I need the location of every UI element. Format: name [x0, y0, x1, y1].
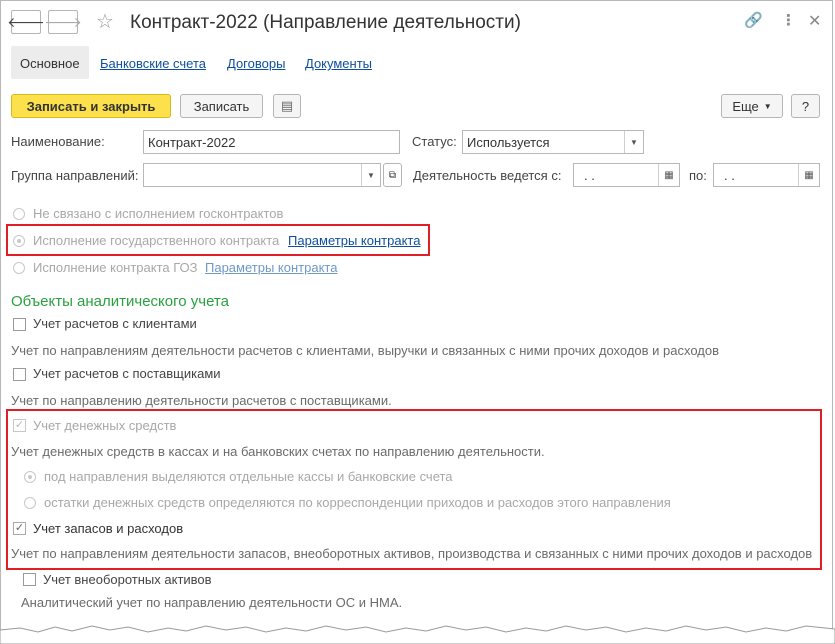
forward-arrow-icon: 🡒 [44, 13, 82, 30]
more-vertical-icon[interactable]: ⋮ [781, 11, 796, 29]
tab-main-label: Основное [20, 56, 80, 71]
suppliers-checkbox[interactable] [13, 368, 26, 381]
highlight-box [6, 224, 430, 256]
clients-note: Учет по направлениям деятельности расчет… [11, 343, 720, 358]
group-label: Группа направлений: [11, 168, 139, 183]
close-icon[interactable]: ✕ [808, 11, 821, 31]
assets-note: Аналитический учет по направлению деятел… [21, 595, 403, 610]
date-from-value: . . [584, 168, 595, 183]
chevron-down-icon: ▼ [763, 101, 772, 111]
star-icon[interactable]: ☆ [96, 9, 114, 34]
tab-documents[interactable]: Документы [305, 56, 372, 71]
name-value: Контракт-2022 [148, 135, 236, 150]
torn-edge [0, 625, 835, 644]
radio-goz-contract-label: Исполнение контракта ГОЗ [33, 260, 198, 275]
date-to-input[interactable]: . . ▦ [713, 163, 820, 187]
name-input[interactable]: Контракт-2022 [143, 130, 400, 154]
radio-no-contract[interactable] [13, 208, 25, 220]
name-label: Наименование: [11, 134, 105, 149]
dropdown-icon[interactable]: ▼ [624, 131, 643, 153]
back-button[interactable]: 🡐 [7, 10, 45, 34]
calendar-icon[interactable]: ▦ [658, 164, 679, 186]
more-menu-label: Еще [732, 98, 759, 114]
dropdown-icon[interactable]: ▼ [361, 164, 380, 186]
back-arrow-icon: 🡐 [7, 13, 45, 30]
open-group-button[interactable]: ⧉ [383, 163, 402, 187]
calendar-icon[interactable]: ▦ [798, 164, 819, 186]
suppliers-note: Учет по направлению деятельности расчето… [11, 393, 392, 408]
help-button[interactable]: ? [791, 94, 820, 118]
group-select[interactable]: ▼ [143, 163, 381, 187]
date-to-value: . . [724, 168, 735, 183]
list-icon: ▤ [280, 98, 294, 113]
link-icon[interactable]: 🔗 [744, 11, 763, 29]
date-to-label: по: [689, 168, 707, 183]
goz-contract-params-link[interactable]: Параметры контракта [205, 260, 337, 275]
highlight-box [6, 409, 822, 570]
open-icon: ⧉ [388, 169, 397, 181]
date-from-input[interactable]: . . ▦ [573, 163, 680, 187]
save-and-close-button[interactable]: Записать и закрыть [11, 94, 171, 118]
radio-goz-contract[interactable] [13, 262, 25, 274]
status-label: Статус: [412, 134, 457, 149]
activity-start-label: Деятельность ведется с: [413, 168, 562, 183]
clients-checkbox[interactable] [13, 318, 26, 331]
forward-button[interactable]: 🡒 [44, 10, 82, 34]
clients-label: Учет расчетов с клиентами [33, 316, 197, 331]
page-title: Контракт-2022 (Направление деятельности) [130, 12, 521, 33]
more-menu-button[interactable]: Еще ▼ [721, 94, 783, 118]
tab-main[interactable]: Основное [11, 46, 89, 79]
status-value: Используется [467, 135, 550, 150]
status-select[interactable]: Используется ▼ [462, 130, 644, 154]
suppliers-label: Учет расчетов с поставщиками [33, 366, 221, 381]
analytics-section-title: Объекты аналитического учета [11, 293, 229, 310]
tab-bank-accounts[interactable]: Банковские счета [100, 56, 206, 71]
assets-label: Учет внеоборотных активов [43, 572, 212, 587]
radio-no-contract-label: Не связано с исполнением госконтрактов [33, 206, 284, 221]
tab-contracts[interactable]: Договоры [227, 56, 285, 71]
assets-checkbox[interactable] [23, 573, 36, 586]
save-button[interactable]: Записать [180, 94, 263, 118]
document-list-button[interactable]: ▤ [273, 94, 301, 118]
